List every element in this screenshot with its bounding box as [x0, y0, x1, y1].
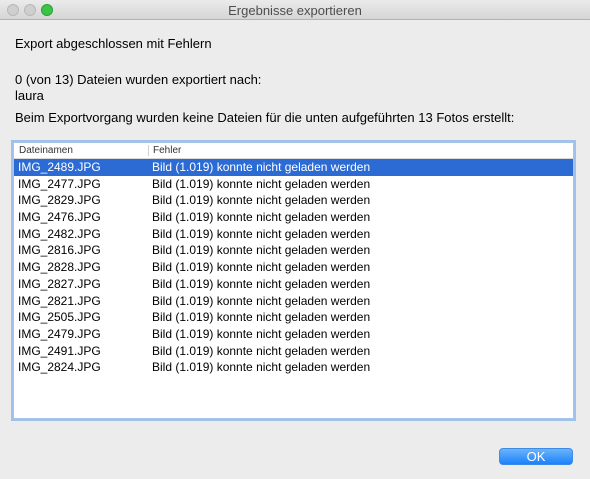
error-cell: Bild (1.019) konnte nicht geladen werden	[152, 243, 371, 258]
table-body: IMG_2489.JPG Bild (1.019) konnte nicht ge…	[14, 159, 573, 376]
error-cell: Bild (1.019) konnte nicht geladen werden	[152, 210, 371, 225]
error-cell: Bild (1.019) konnte nicht geladen werden	[152, 343, 371, 358]
table-row[interactable]: IMG_2482.JPG Bild (1.019) konnte nicht ge…	[14, 226, 573, 243]
table-row[interactable]: IMG_2829.JPG Bild (1.019) konnte nicht ge…	[14, 192, 573, 209]
filename-cell: IMG_2828.JPG	[18, 260, 101, 275]
table-header: Dateinamen Fehler	[14, 143, 573, 159]
error-cell: Bild (1.019) konnte nicht geladen werden	[152, 193, 371, 208]
column-separator[interactable]	[148, 145, 149, 156]
filename-cell: IMG_2482.JPG	[18, 226, 101, 241]
error-cell: Bild (1.019) konnte nicht geladen werden	[152, 260, 371, 275]
filename-cell: IMG_2505.JPG	[18, 310, 101, 325]
table-row[interactable]: IMG_2476.JPG Bild (1.019) konnte nicht ge…	[14, 209, 573, 226]
filename-cell: IMG_2821.JPG	[18, 293, 101, 308]
table-row[interactable]: IMG_2816.JPG Bild (1.019) konnte nicht ge…	[14, 242, 573, 259]
error-cell: Bild (1.019) konnte nicht geladen werden	[152, 360, 371, 375]
export-status-text: Export abgeschlossen mit Fehlern	[15, 36, 212, 51]
error-cell: Bild (1.019) konnte nicht geladen werden	[152, 293, 371, 308]
window-title: Ergebnisse exportieren	[228, 3, 362, 18]
error-table[interactable]: Dateinamen Fehler IMG_2489.JPG Bild (1.01…	[13, 142, 574, 419]
error-cell: Bild (1.019) konnte nicht geladen werden	[152, 326, 371, 341]
filename-cell: IMG_2477.JPG	[18, 176, 101, 191]
column-header-filename[interactable]: Dateinamen	[19, 145, 73, 156]
filename-cell: IMG_2824.JPG	[18, 360, 101, 375]
filename-cell: IMG_2489.JPG	[18, 160, 101, 174]
export-count-text: 0 (von 13) Dateien wurden exportiert nac…	[15, 72, 262, 87]
table-row[interactable]: IMG_2489.JPG Bild (1.019) konnte nicht ge…	[14, 159, 573, 176]
filename-cell: IMG_2827.JPG	[18, 276, 101, 291]
column-header-error[interactable]: Fehler	[153, 145, 181, 156]
ok-button[interactable]: OK	[499, 448, 573, 465]
table-row[interactable]: IMG_2479.JPG Bild (1.019) konnte nicht ge…	[14, 326, 573, 343]
filename-cell: IMG_2476.JPG	[18, 210, 101, 225]
table-row[interactable]: IMG_2477.JPG Bild (1.019) konnte nicht ge…	[14, 176, 573, 193]
error-cell: Bild (1.019) konnte nicht geladen werden	[152, 176, 371, 191]
table-row[interactable]: IMG_2827.JPG Bild (1.019) konnte nicht ge…	[14, 276, 573, 293]
title-bar: Ergebnisse exportieren	[0, 0, 590, 20]
table-row[interactable]: IMG_2828.JPG Bild (1.019) konnte nicht ge…	[14, 259, 573, 276]
filename-cell: IMG_2479.JPG	[18, 326, 101, 341]
error-cell: Bild (1.019) konnte nicht geladen werden	[152, 226, 371, 241]
table-row[interactable]: IMG_2505.JPG Bild (1.019) konnte nicht ge…	[14, 309, 573, 326]
filename-cell: IMG_2816.JPG	[18, 243, 101, 258]
table-row[interactable]: IMG_2824.JPG Bild (1.019) konnte nicht ge…	[14, 359, 573, 376]
export-destination-text: laura	[15, 88, 44, 103]
table-row[interactable]: IMG_2491.JPG Bild (1.019) konnte nicht ge…	[14, 343, 573, 360]
error-cell: Bild (1.019) konnte nicht geladen werden	[152, 160, 371, 174]
table-row[interactable]: IMG_2821.JPG Bild (1.019) konnte nicht ge…	[14, 293, 573, 310]
filename-cell: IMG_2829.JPG	[18, 193, 101, 208]
error-cell: Bild (1.019) konnte nicht geladen werden	[152, 310, 371, 325]
filename-cell: IMG_2491.JPG	[18, 343, 101, 358]
error-cell: Bild (1.019) konnte nicht geladen werden	[152, 276, 371, 291]
export-info-text: Beim Exportvorgang wurden keine Dateien …	[15, 110, 515, 125]
